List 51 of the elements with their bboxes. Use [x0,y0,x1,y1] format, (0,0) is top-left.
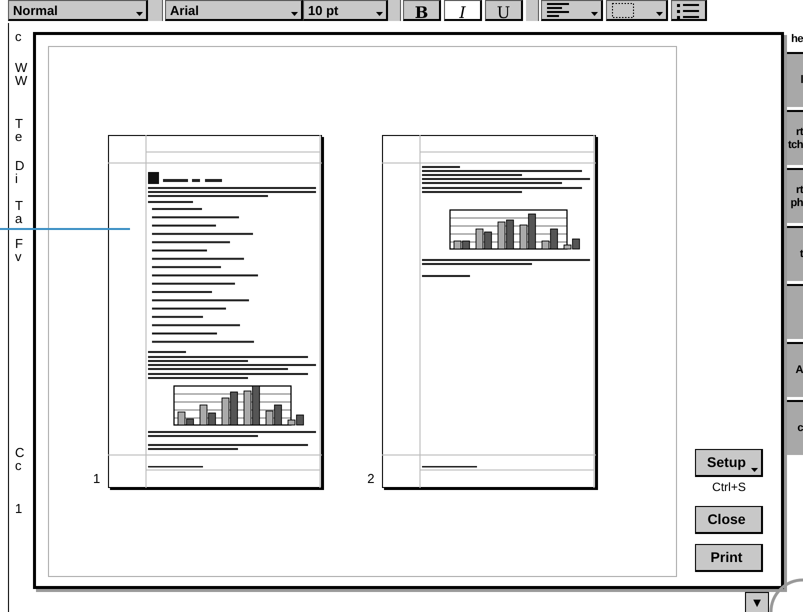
border-button[interactable] [606,0,668,21]
dial-icon [768,578,803,612]
sidebar-button[interactable]: rt ph [786,168,803,223]
sidebar-button[interactable]: t [786,226,803,281]
document-text: T [15,117,23,130]
sidebar-button[interactable]: rt tch [786,110,803,165]
style-dropdown[interactable]: Normal [8,0,148,21]
document-text: W [15,61,28,74]
dialog-button[interactable]: Close [695,506,763,534]
document-text: i [15,172,18,185]
caret-icon [136,12,143,16]
caret-icon [376,12,383,16]
setup-menu-button[interactable]: Setup [695,449,763,477]
document-text: 1 [15,502,22,515]
format-button[interactable]: I [444,0,482,21]
document-text: c [15,459,22,472]
sidebar-button[interactable]: l [786,52,803,107]
sidebar-button[interactable]: c [786,400,803,455]
shortcut-label: Ctrl+S [712,479,746,496]
document-text: C [15,446,24,459]
format-button[interactable]: B [403,0,441,21]
document-text: v [15,250,22,263]
page-number: 2 [367,470,374,488]
document-text: e [15,130,22,143]
page-number: 1 [93,470,100,488]
font-size-dropdown[interactable]: 10 pt [303,0,388,21]
sidebar-button[interactable]: A [786,342,803,397]
document-text: F [15,237,23,250]
format-button[interactable]: U [485,0,523,21]
document-text: c [15,30,22,43]
sidebar-button[interactable] [786,284,803,339]
caret-icon [751,468,758,472]
toolbar-separator [148,0,163,21]
scroll-down-button[interactable]: ▼ [745,592,769,612]
align-button[interactable] [541,0,603,21]
document-text: T [15,199,23,212]
dotted-border-icon [612,3,634,18]
align-left-icon [547,3,569,18]
caret-icon [291,12,298,16]
document-text: D [15,159,24,172]
document-text: W [15,74,28,87]
bullet-list-icon [677,3,699,19]
bullets-button[interactable] [671,0,707,21]
title-fragment: he [791,32,803,47]
caret-icon [591,12,598,16]
toolbar-separator [388,0,401,21]
document-text: a [15,212,22,225]
font-dropdown[interactable]: Arial [165,0,303,21]
dialog-button[interactable]: Print [695,544,763,572]
toolbar-separator [526,0,539,21]
caret-icon [656,12,663,16]
